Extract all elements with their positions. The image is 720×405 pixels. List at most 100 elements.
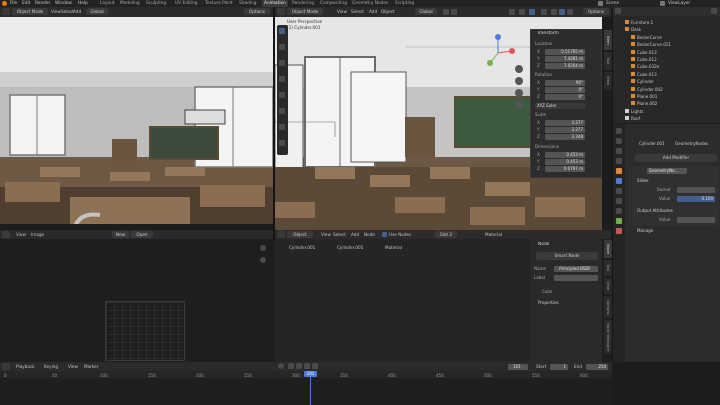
- dimensions-x-field[interactable]: 0.453 m: [545, 152, 585, 158]
- tab-layout[interactable]: Layout: [100, 0, 115, 7]
- node-name-field[interactable]: Principled BSDF: [554, 266, 598, 272]
- scale-z-field[interactable]: 3.348: [545, 134, 585, 140]
- socket-field[interactable]: [677, 187, 715, 193]
- start-frame-field[interactable]: 1: [550, 364, 568, 370]
- left-menu-add[interactable]: Add: [73, 8, 81, 15]
- viewlayer-selector[interactable]: ViewLayer: [668, 0, 690, 7]
- left-orientation-dropdown[interactable]: Global: [86, 8, 108, 15]
- node-menu-node[interactable]: Node: [364, 231, 375, 238]
- outliner-item[interactable]: Plane.002: [631, 100, 657, 107]
- geometry-nodes-group-field[interactable]: GeometryNo...: [647, 168, 687, 174]
- outliner-item[interactable]: Desk: [625, 26, 641, 33]
- rotate-tool-icon[interactable]: [279, 76, 285, 82]
- tab-modeling[interactable]: Modeling: [120, 0, 140, 7]
- tab-sculpting[interactable]: Sculpting: [146, 0, 166, 7]
- annotate-tool-icon[interactable]: [279, 124, 285, 130]
- node-editor-type-icon[interactable]: [277, 231, 285, 238]
- tab-compositing[interactable]: Compositing: [320, 0, 347, 7]
- rotation-z-field[interactable]: 0°: [545, 94, 585, 100]
- shading-material-icon[interactable]: [559, 9, 565, 15]
- tab-uv-editing[interactable]: UV Editing: [175, 0, 197, 7]
- node-label-field[interactable]: [554, 275, 598, 281]
- particle-properties-icon[interactable]: [616, 188, 622, 194]
- jump-end-icon[interactable]: [312, 363, 318, 369]
- blender-logo-icon[interactable]: [2, 1, 7, 6]
- image-editor-canvas[interactable]: [0, 239, 273, 362]
- n-tab-item[interactable]: Item: [604, 30, 612, 50]
- image-editor-type-icon[interactable]: [2, 231, 10, 238]
- jump-start-icon[interactable]: [288, 363, 294, 369]
- main-editor-type-icon[interactable]: [277, 8, 285, 15]
- physics-properties-icon[interactable]: [616, 198, 622, 204]
- node-tab-wrangler[interactable]: Node Wrangler: [604, 320, 612, 354]
- node-object-dropdown[interactable]: Object: [287, 231, 313, 238]
- outliner-editor-icon[interactable]: [615, 8, 621, 14]
- select-tool-icon[interactable]: [279, 28, 285, 34]
- outliner-item[interactable]: Roof: [625, 115, 640, 122]
- smart-node-button[interactable]: Smart Node: [536, 252, 598, 260]
- location-y-field[interactable]: 7.4281 m: [545, 56, 585, 62]
- data-properties-icon[interactable]: [616, 218, 622, 224]
- node-menu-view[interactable]: View: [321, 231, 331, 238]
- transform-tool-icon[interactable]: [279, 108, 285, 114]
- scene-icon[interactable]: [598, 1, 603, 6]
- left-viewport-render[interactable]: [0, 17, 273, 224]
- constraint-properties-icon[interactable]: [616, 208, 622, 214]
- rotation-y-field[interactable]: 0°: [545, 87, 585, 93]
- modifier-properties-icon[interactable]: [616, 178, 622, 184]
- proportional-editing-icon[interactable]: [451, 9, 457, 15]
- scale-x-field[interactable]: 3.277: [545, 120, 585, 126]
- editor-type-icon[interactable]: [2, 8, 10, 15]
- dimensions-z-field[interactable]: 0.0797 m: [545, 166, 585, 172]
- left-options-button[interactable]: Options: [244, 8, 270, 15]
- output-attributes-section[interactable]: Output Attributes: [637, 208, 673, 214]
- node-tab-view[interactable]: View: [604, 278, 612, 294]
- pan-icon[interactable]: [515, 77, 523, 85]
- color-section[interactable]: Color: [542, 289, 553, 295]
- end-frame-field[interactable]: 250: [586, 364, 608, 370]
- overlay-icon[interactable]: [529, 9, 535, 15]
- output-value-field[interactable]: [677, 217, 715, 223]
- menu-file[interactable]: File: [10, 0, 17, 7]
- outliner-item[interactable]: Furniture.1: [625, 19, 653, 26]
- outliner-item[interactable]: Cube.013: [631, 71, 657, 78]
- xray-icon[interactable]: [541, 9, 547, 15]
- menu-window[interactable]: Window: [55, 0, 72, 7]
- tab-animation[interactable]: Animation: [262, 0, 288, 7]
- left-menu-view[interactable]: View: [51, 8, 61, 15]
- menu-edit[interactable]: Edit: [22, 0, 30, 7]
- image-open-button[interactable]: Open: [131, 231, 153, 238]
- outliner-item[interactable]: Cube.032e: [631, 63, 659, 70]
- current-frame-field[interactable]: 101: [508, 364, 528, 370]
- main-options-button[interactable]: Options: [583, 8, 609, 15]
- tab-rendering[interactable]: Rendering: [292, 0, 314, 7]
- timeline-menu-marker[interactable]: Marker: [84, 363, 98, 370]
- manage-section[interactable]: Manage: [637, 228, 653, 234]
- main-menu-view[interactable]: View: [337, 8, 347, 15]
- node-menu-select[interactable]: Select: [333, 231, 346, 238]
- use-nodes-label[interactable]: Use Nodes: [389, 231, 411, 238]
- play-reverse-icon[interactable]: [296, 363, 302, 369]
- scale-y-field[interactable]: 3.277: [545, 127, 585, 133]
- record-icon[interactable]: [278, 363, 284, 369]
- playhead-label[interactable]: 101: [304, 371, 317, 377]
- outliner-item[interactable]: Lights: [625, 108, 643, 115]
- dimensions-y-field[interactable]: 0.453 m: [545, 159, 585, 165]
- outliner-item[interactable]: BezierCurve.011: [631, 41, 671, 48]
- material-properties-icon[interactable]: [616, 228, 622, 234]
- outliner-item[interactable]: Plane.001: [631, 93, 657, 100]
- transform-panel-title[interactable]: Transform: [537, 31, 559, 36]
- main-menu-object[interactable]: Object: [381, 8, 395, 15]
- location-x-field[interactable]: 0.51765 m: [545, 49, 585, 55]
- main-menu-select[interactable]: Select: [351, 8, 364, 15]
- slot-dropdown[interactable]: Slot 2: [435, 231, 457, 238]
- menu-render[interactable]: Render: [35, 0, 50, 7]
- tab-geometry-nodes[interactable]: Geometry Nodes: [352, 0, 388, 7]
- outliner-item[interactable]: Cube.012: [631, 56, 657, 63]
- outliner-filter-icon[interactable]: [711, 8, 717, 14]
- perspective-toggle-icon[interactable]: [515, 101, 523, 109]
- timeline-menu-view[interactable]: View: [68, 363, 78, 370]
- add-modifier-button[interactable]: Add Modifier: [635, 154, 717, 162]
- value-field[interactable]: 0.100: [677, 196, 715, 202]
- tab-shading[interactable]: Shading: [239, 0, 256, 7]
